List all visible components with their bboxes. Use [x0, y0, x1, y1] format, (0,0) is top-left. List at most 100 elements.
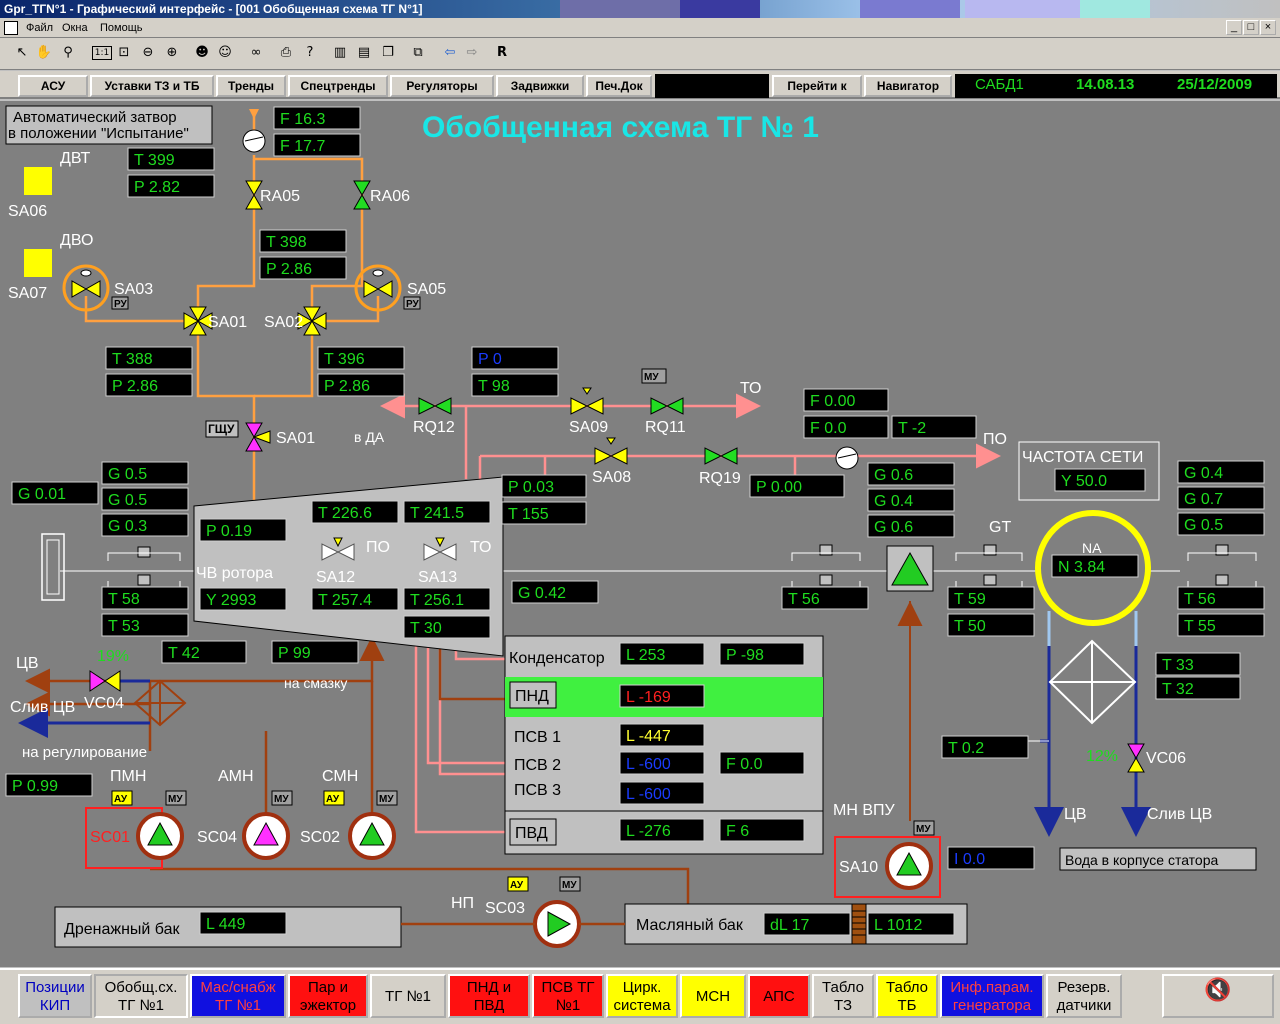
obobsh-sh-button[interactable]: Обобщ.сх. ТГ №1 [94, 974, 188, 1018]
gt-label: GT [989, 519, 1011, 536]
reading-value: P 0.19 [206, 523, 252, 540]
menu-help[interactable]: Помощь [100, 18, 143, 38]
reading-value: L -600 [626, 756, 671, 773]
ra06-label: RA06 [370, 188, 410, 205]
nav-print-doc-button[interactable]: Печ.Док [586, 75, 652, 97]
psv-button[interactable]: ПСВ ТГ №1 [532, 974, 604, 1018]
valve-sa08[interactable] [594, 437, 628, 465]
menu-windows[interactable]: Окна [62, 18, 88, 38]
pump-sc02[interactable] [348, 812, 396, 860]
close-button[interactable]: × [1260, 20, 1276, 35]
cirk-sistema-button[interactable]: Цирк. система [606, 974, 678, 1018]
sc03-label: SC03 [485, 900, 525, 917]
tablo-tb-button[interactable]: Табло ТБ [876, 974, 938, 1018]
reading-value: F 16.3 [280, 111, 325, 128]
stator-water-label: Вода в корпусе статора [1065, 852, 1219, 868]
reading-g06b: G 0.6 [867, 514, 955, 538]
np-label: НП [451, 895, 474, 912]
na-label: NA [1082, 540, 1102, 556]
zoom-in-icon[interactable]: ⊕ [162, 43, 182, 63]
sc02-label: SC02 [300, 829, 340, 846]
reading-dl17: dL 17 [763, 912, 851, 936]
zoom-fit-icon[interactable]: ⊡ [114, 43, 134, 63]
reading-p286b: P 2.86 [105, 373, 193, 397]
app-menu-icon[interactable] [4, 21, 18, 35]
valve-vc06[interactable] [1127, 743, 1145, 773]
nav-bar: АСУ Уставки ТЗ и ТБ Тренды Спецтренды Ре… [0, 71, 1280, 99]
valve-sa09[interactable] [570, 387, 604, 415]
reading-value: L -447 [626, 728, 671, 745]
valve-rq19[interactable] [704, 447, 738, 465]
valve-ra06[interactable] [353, 180, 371, 210]
print-icon[interactable]: ⎙ [276, 43, 296, 63]
zoom-icon[interactable]: ⚲ [58, 43, 78, 63]
menu-file[interactable]: Файл [26, 18, 53, 38]
hand-icon[interactable]: ✋ [34, 43, 54, 63]
mute-sound-button[interactable]: 🔇 [1162, 974, 1274, 1018]
pointer-icon[interactable]: ↖ [12, 43, 32, 63]
rezerv-datchiki-button[interactable]: Резерв. датчики [1046, 974, 1122, 1018]
binoculars-icon[interactable]: ∞ [246, 43, 266, 63]
nav-trends-button[interactable]: Тренды [216, 75, 286, 97]
reading-t2561: T 256.1 [403, 587, 491, 611]
reading-l253: L 253 [619, 642, 705, 666]
mas-snabzh-button[interactable]: Мас/снабж ТГ №1 [190, 974, 286, 1018]
reading-t398: T 398 [259, 229, 347, 253]
sa12-label: SA12 [316, 569, 355, 586]
reading-value: F 17.7 [280, 138, 325, 155]
reading-value: T 50 [954, 618, 986, 635]
nav-ustavki-button[interactable]: Уставки ТЗ и ТБ [90, 75, 214, 97]
layout-columns-icon[interactable]: ▥ [330, 43, 350, 63]
pozicii-kip-button[interactable]: Позиции КИП [18, 974, 92, 1018]
pnd-pvd-button[interactable]: ПНД и ПВД [448, 974, 530, 1018]
reading-value: T 0.2 [948, 740, 984, 757]
msn-button[interactable]: МСН [680, 974, 746, 1018]
reading-value: P -98 [726, 647, 764, 664]
pnd-button[interactable]: ПНД [509, 681, 557, 709]
help-icon[interactable]: ? [300, 43, 320, 63]
zoom-1-1-icon[interactable]: 1:1 [92, 46, 112, 60]
reading-value: T -2 [898, 420, 926, 437]
reading-value: P 2.82 [134, 179, 180, 196]
pump-sc03[interactable] [533, 900, 581, 948]
reading-value: P 2.86 [266, 261, 312, 278]
minimize-button[interactable]: _ [1226, 20, 1242, 35]
reading-value: L 449 [206, 916, 246, 933]
reading-p282: P 2.82 [127, 174, 215, 198]
nav-asu-button[interactable]: АСУ [18, 75, 88, 97]
back-arrow-icon[interactable]: ⇦ [440, 43, 460, 63]
inf-param-button[interactable]: Инф.парам. генератора [940, 974, 1044, 1018]
par-ezhektor-button[interactable]: Пар и эжектор [288, 974, 368, 1018]
forward-arrow-icon[interactable]: ⇨ [462, 43, 482, 63]
valve-rq11[interactable] [650, 397, 684, 415]
reading-value: G 0.6 [874, 467, 913, 484]
nav-spectrends-button[interactable]: Спецтренды [288, 75, 388, 97]
user-search-icon[interactable]: ☺ [215, 43, 235, 63]
cascade-icon[interactable]: ❐ [378, 43, 398, 63]
reading-p0: P 0 [471, 346, 559, 370]
zoom-out-icon[interactable]: ⊖ [138, 43, 158, 63]
vc06-label: VC06 [1146, 750, 1186, 767]
reading-value: G 0.5 [108, 466, 147, 483]
reading-value: T 257.4 [318, 592, 372, 609]
tg1-button[interactable]: ТГ №1 [370, 974, 446, 1018]
pump-sc04[interactable] [242, 812, 290, 860]
cv-label: ЦВ [16, 655, 39, 672]
window-list-icon[interactable]: ⧉ [408, 43, 428, 63]
reading-value: F 0.0 [726, 756, 763, 773]
users-icon[interactable]: ☻ [192, 43, 212, 63]
nav-navigator-button[interactable]: Навигатор [864, 75, 952, 97]
aps-button[interactable]: АПС [748, 974, 810, 1018]
refresh-r-button[interactable]: R [492, 43, 512, 63]
nav-goto-button[interactable]: Перейти к [772, 75, 862, 97]
pvd-button[interactable]: ПВД [509, 818, 557, 846]
restore-button[interactable]: □ [1243, 20, 1259, 35]
reading-p99: P 99 [271, 640, 359, 664]
valve-rq12[interactable] [418, 397, 452, 415]
nav-regulators-button[interactable]: Регуляторы [390, 75, 494, 97]
nav-valves-button[interactable]: Задвижки [496, 75, 584, 97]
valve-vc04[interactable] [89, 670, 121, 692]
valve-sa01-main[interactable] [245, 422, 271, 452]
layout-rows-icon[interactable]: ▤ [354, 43, 374, 63]
tablo-tz-button[interactable]: Табло ТЗ [812, 974, 874, 1018]
